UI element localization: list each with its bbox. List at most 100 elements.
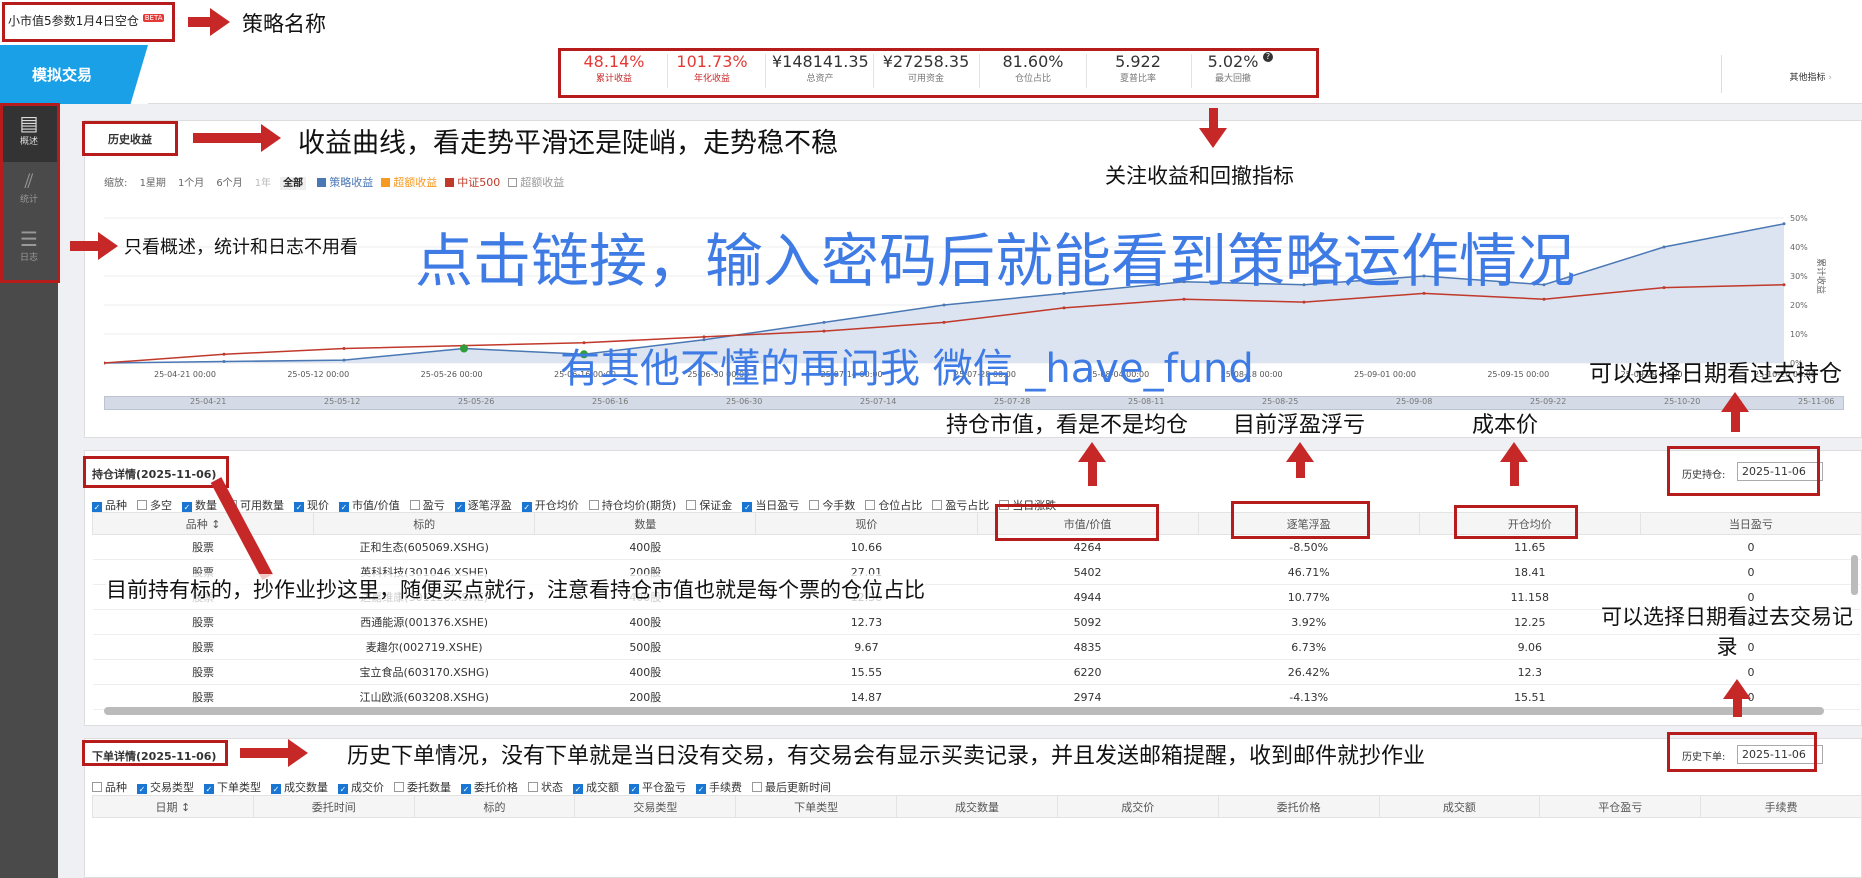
filter-label: 逐笔浮盈: [467, 499, 512, 512]
filter-checkbox[interactable]: ✓ 逐笔浮盈: [454, 497, 512, 513]
filter-checkbox[interactable]: ✓ 手续费: [696, 779, 742, 795]
annot-arrow-metrics: [1199, 108, 1227, 148]
column-header[interactable]: 成交价: [1056, 795, 1219, 818]
checkbox-icon: [394, 782, 404, 792]
x-tick-label: 25-09-01 00:00: [1354, 370, 1416, 379]
annot-box-orders-date: [1667, 732, 1817, 772]
series-point-1: [1302, 300, 1306, 304]
zoom-option[interactable]: 1个月: [175, 177, 207, 190]
filter-checkbox[interactable]: 持仓均价(期货): [588, 497, 676, 513]
filter-checkbox[interactable]: ✓ 市值/价值: [339, 497, 400, 513]
zoom-option[interactable]: 6个月: [213, 177, 245, 190]
filter-checkbox[interactable]: ✓ 品种: [92, 497, 127, 513]
filter-label: 手续费: [709, 781, 742, 794]
filter-checkbox[interactable]: 保证金: [686, 497, 732, 513]
filter-checkbox[interactable]: 委托数量: [394, 779, 451, 795]
filter-checkbox[interactable]: 状态: [528, 779, 563, 795]
filter-checkbox[interactable]: 盈亏: [409, 497, 445, 513]
table-cell: 46.71%: [1198, 559, 1420, 585]
navigator-tick-label: 25-09-08: [1396, 397, 1433, 406]
filter-checkbox[interactable]: ✓ 成交价: [338, 779, 384, 795]
column-header[interactable]: 标的: [313, 512, 536, 535]
filter-label: 品种: [105, 499, 127, 512]
column-header[interactable]: 手续费: [1700, 795, 1862, 818]
annot-wechat: 有其他不懂的再问我 微信 _have_fund: [560, 346, 1254, 392]
table-cell: 400股: [534, 534, 756, 560]
table-cell: 10.66: [755, 534, 977, 560]
holdings-scrollbar-v[interactable]: [1851, 555, 1858, 595]
series-point-0: [1662, 245, 1666, 249]
legend-item[interactable]: 策略收益: [317, 174, 373, 190]
table-cell: 10.77%: [1198, 584, 1420, 610]
legend-item[interactable]: 超额收益: [508, 174, 564, 190]
column-header[interactable]: 下单类型: [735, 795, 898, 818]
annot-arrow-cost-price: [1500, 442, 1528, 486]
series-point-1: [104, 361, 106, 365]
column-header[interactable]: 当日盈亏: [1639, 512, 1862, 535]
filter-checkbox[interactable]: ✓ 成交数量: [271, 779, 328, 795]
filter-label: 可用数量: [240, 499, 284, 512]
column-header[interactable]: 日期 ↕: [92, 795, 254, 818]
filter-checkbox[interactable]: 最后更新时间: [752, 779, 831, 795]
column-header[interactable]: 品种 ↕: [91, 512, 315, 535]
mode-tab-simulated[interactable]: 模拟交易: [0, 45, 148, 105]
filter-checkbox[interactable]: ✓ 数量: [182, 497, 217, 513]
filter-checkbox[interactable]: 仓位占比: [865, 497, 922, 513]
annot-floating-pnl: 目前浮盈浮亏: [1233, 413, 1366, 438]
other-metrics-link[interactable]: 其他指标 ›: [1790, 70, 1833, 83]
table-row[interactable]: 股票 江山欧派(603208.XSHG) 200股 14.87 2974 -4.13% 15…: [92, 684, 1862, 710]
zoom-option[interactable]: 1星期: [137, 177, 169, 190]
checkbox-icon: [137, 500, 147, 510]
filter-checkbox[interactable]: ✓ 下单类型: [204, 779, 261, 795]
annot-overview-only: 只看概述，统计和日志不用看: [124, 237, 358, 258]
table-row[interactable]: 股票 宝立食品(603170.XSHG) 400股 15.55 6220 26.42% 12…: [92, 659, 1862, 685]
checkbox-icon: ✓: [92, 502, 102, 512]
filter-checkbox[interactable]: ✓ 成交额: [573, 779, 619, 795]
column-header[interactable]: 交易类型: [574, 795, 737, 818]
y-tick-label: 30%: [1790, 272, 1808, 281]
holdings-scrollbar-h[interactable]: [104, 707, 1824, 715]
legend-item[interactable]: 超额收益: [381, 174, 437, 190]
column-header[interactable]: 数量: [534, 512, 757, 535]
table-cell: 4835: [977, 634, 1199, 660]
annot-box-market-value-col: [995, 504, 1159, 541]
filter-label: 成交价: [351, 781, 384, 794]
column-header[interactable]: 成交数量: [896, 795, 1058, 818]
annot-select-date-trades: 可以选择日期看过去交易记录: [1601, 605, 1853, 659]
legend-label: 超额收益: [520, 176, 565, 189]
table-cell: 3.92%: [1198, 609, 1420, 635]
annot-box-metrics: [558, 48, 1319, 98]
filter-checkbox[interactable]: 品种: [92, 779, 127, 795]
filter-checkbox[interactable]: 多空: [137, 497, 172, 513]
filter-label: 多空: [150, 499, 172, 512]
filter-checkbox[interactable]: 盈亏占比: [932, 497, 989, 513]
filter-checkbox[interactable]: 今手数: [809, 497, 855, 513]
annot-strategy-name: 策略名称: [242, 12, 326, 36]
filter-checkbox[interactable]: ✓ 交易类型: [137, 779, 194, 795]
column-header[interactable]: 现价: [755, 512, 978, 535]
marker-dot: [460, 344, 468, 353]
filter-label: 市值/价值: [352, 499, 400, 512]
filter-label: 交易类型: [150, 781, 194, 794]
annot-arrow-overview: [70, 232, 118, 260]
column-header[interactable]: 委托时间: [252, 795, 415, 818]
filter-checkbox[interactable]: ✓ 平仓盈亏: [629, 779, 686, 795]
table-cell: 股票: [92, 684, 314, 710]
checkbox-icon: ✓: [742, 502, 753, 512]
legend-item[interactable]: 中证500: [445, 174, 500, 190]
zoom-option[interactable]: 1年: [252, 177, 274, 190]
checkbox-icon: ✓: [461, 784, 471, 794]
filter-checkbox[interactable]: ✓ 现价: [294, 497, 329, 513]
column-header[interactable]: 标的: [413, 795, 576, 818]
table-row[interactable]: 股票 正和生态(605069.XSHG) 400股 10.66 4264 -8.50% 11…: [92, 534, 1862, 560]
filter-label: 平仓盈亏: [642, 781, 686, 794]
filter-checkbox[interactable]: ✓ 开仓均价: [521, 497, 579, 513]
table-cell: 股票: [92, 534, 314, 560]
filter-checkbox[interactable]: ✓ 当日盈亏: [742, 497, 799, 513]
zoom-option[interactable]: 全部: [280, 177, 307, 190]
filter-checkbox[interactable]: ✓ 委托价格: [461, 779, 518, 795]
series-point-1: [1062, 306, 1066, 310]
column-header[interactable]: 成交额: [1378, 795, 1541, 818]
column-header[interactable]: 委托价格: [1217, 795, 1380, 818]
column-header[interactable]: 平仓盈亏: [1539, 795, 1702, 818]
